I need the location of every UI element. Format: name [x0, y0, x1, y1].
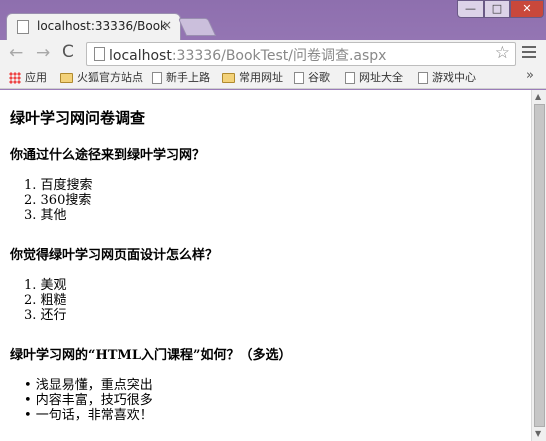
question-3: 绿叶学习网的“HTML入门课程”如何？（多选）	[10, 348, 292, 363]
page-icon	[294, 72, 304, 84]
bookmark-label: 新手上路	[166, 71, 210, 84]
bookmarks-bar: 应用 火狐官方站点 新手上路 常用网址 谷歌 网址大全 游戏中心 »	[0, 67, 546, 89]
tab-title: localhost:33336/BookTe	[37, 19, 167, 33]
list-item: • 内容丰富，技巧很多	[24, 393, 153, 408]
back-arrow-icon[interactable]: ←	[9, 43, 23, 63]
folder-icon	[222, 73, 235, 83]
bookmark-page[interactable]: 新手上路	[152, 70, 210, 86]
list-item: 3. 还行	[24, 308, 67, 323]
page-title: 绿叶学习网问卷调查	[10, 109, 146, 127]
question-2-options: 1. 美观 2. 粗糙 3. 还行	[24, 278, 67, 323]
page-icon	[152, 72, 162, 84]
question-1-options: 1. 百度搜索 2. 360搜索 3. 其他	[24, 178, 93, 223]
bookmark-star-icon[interactable]: ☆	[495, 43, 510, 63]
browser-tab[interactable]: localhost:33336/BookTe ×	[6, 13, 181, 40]
title-bar: localhost:33336/BookTe × — □ ✕	[0, 0, 546, 40]
bookmark-page[interactable]: 游戏中心	[418, 70, 476, 86]
question-3-options: • 浅显易懂，重点突出 • 内容丰富，技巧很多 • 一句话，非常喜欢！	[24, 378, 153, 423]
bookmark-label: 游戏中心	[432, 71, 476, 84]
menu-icon[interactable]	[522, 46, 536, 61]
bookmark-page[interactable]: 谷歌	[294, 70, 330, 86]
url-text[interactable]: localhost:33336/BookTest/问卷调查.aspx	[109, 45, 386, 65]
apps-grid-icon	[9, 72, 21, 84]
url-host: localhost	[109, 48, 172, 64]
page-content: 绿叶学习网问卷调查 你通过什么途径来到绿叶学习网？ 1. 百度搜索 2. 360…	[0, 90, 531, 441]
bookmark-label: 应用	[25, 71, 47, 84]
vertical-scrollbar[interactable]: ▲ ▼	[531, 90, 546, 441]
bookmark-label: 网址大全	[359, 71, 403, 84]
bookmark-page[interactable]: 网址大全	[345, 70, 403, 86]
new-tab-button[interactable]	[177, 18, 217, 36]
page-icon	[345, 72, 355, 84]
bookmark-label: 火狐官方站点	[77, 71, 143, 84]
bookmark-folder[interactable]: 常用网址	[222, 70, 283, 86]
minimize-button[interactable]: —	[457, 0, 484, 18]
bookmark-apps[interactable]: 应用	[9, 70, 47, 86]
page-icon	[17, 20, 29, 34]
browser-toolbar: ← → C localhost:33336/BookTest/问卷调查.aspx…	[0, 40, 546, 67]
address-bar[interactable]: localhost:33336/BookTest/问卷调查.aspx ☆	[86, 42, 516, 66]
close-window-button[interactable]: ✕	[510, 0, 544, 18]
url-path: :33336/BookTest/问卷调查.aspx	[171, 48, 387, 64]
page-icon	[418, 72, 428, 84]
list-item: • 浅显易懂，重点突出	[24, 378, 153, 393]
reload-icon[interactable]: C	[62, 42, 74, 62]
tab-close-icon[interactable]: ×	[162, 18, 172, 32]
forward-arrow-icon[interactable]: →	[36, 43, 50, 63]
scroll-down-icon[interactable]: ▼	[535, 429, 541, 438]
list-item: 2. 360搜索	[24, 193, 92, 208]
page-icon	[94, 47, 105, 61]
bookmark-label: 常用网址	[239, 71, 283, 84]
scrollbar-thumb[interactable]	[534, 104, 545, 427]
bookmark-label: 谷歌	[308, 71, 330, 84]
list-item: 1. 百度搜索	[24, 178, 93, 193]
bookmark-folder[interactable]: 火狐官方站点	[60, 70, 143, 86]
browser-window: localhost:33336/BookTe × — □ ✕ ← → C loc…	[0, 0, 546, 441]
bookmarks-more-icon[interactable]: »	[526, 68, 534, 83]
list-item: 2. 粗糙	[24, 293, 67, 308]
list-item: 3. 其他	[24, 208, 67, 223]
list-item: 1. 美观	[24, 278, 67, 293]
list-item: • 一句话，非常喜欢！	[24, 408, 153, 423]
question-1: 你通过什么途径来到绿叶学习网？	[10, 148, 206, 163]
scroll-up-icon[interactable]: ▲	[535, 92, 541, 101]
folder-icon	[60, 73, 73, 83]
maximize-button[interactable]: □	[484, 0, 510, 18]
question-2: 你觉得绿叶学习网页面设计怎么样？	[10, 248, 219, 263]
